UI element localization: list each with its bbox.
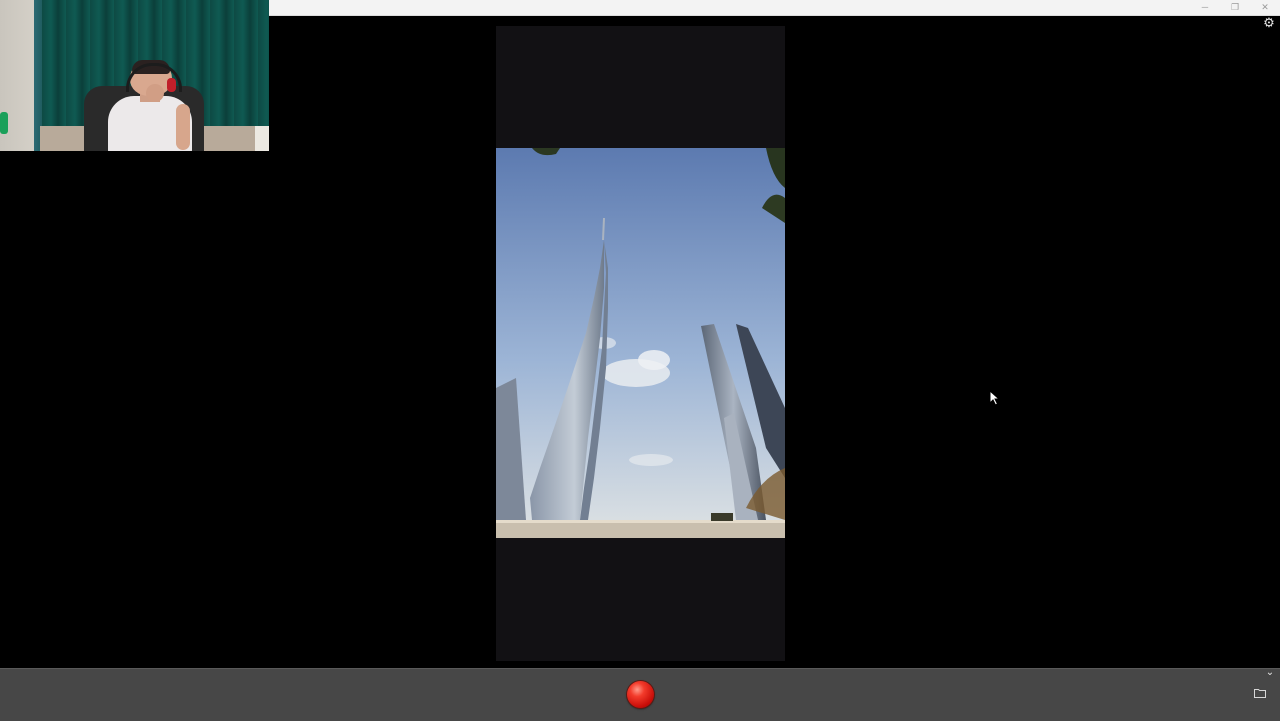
close-button[interactable]: ✕ — [1250, 0, 1280, 15]
skyline-photo — [496, 148, 785, 538]
gear-icon[interactable]: ⚙ — [1262, 16, 1276, 30]
restore-button[interactable]: ❐ — [1220, 0, 1250, 15]
record-button[interactable] — [627, 681, 654, 708]
webcam-person-hand — [146, 84, 164, 102]
chevron-down-icon[interactable]: ⌄ — [1264, 668, 1276, 678]
screen-recorder-app: ─ ❐ ✕ ⚙ ⌄ — [0, 0, 1280, 721]
webcam-plant — [0, 112, 8, 134]
webcam-shelf — [255, 126, 269, 151]
skyline-photo-image — [496, 148, 785, 538]
bottom-control-bar — [0, 668, 1280, 721]
window-controls: ─ ❐ ✕ — [1190, 0, 1280, 15]
webcam-overlay — [0, 0, 269, 151]
webcam-person-arm — [176, 104, 190, 150]
phone-screen-preview — [496, 26, 785, 661]
mouse-cursor-icon — [989, 390, 1001, 406]
headset-earcup — [167, 78, 176, 92]
minimize-button[interactable]: ─ — [1190, 0, 1220, 15]
folder-icon[interactable] — [1254, 688, 1266, 698]
